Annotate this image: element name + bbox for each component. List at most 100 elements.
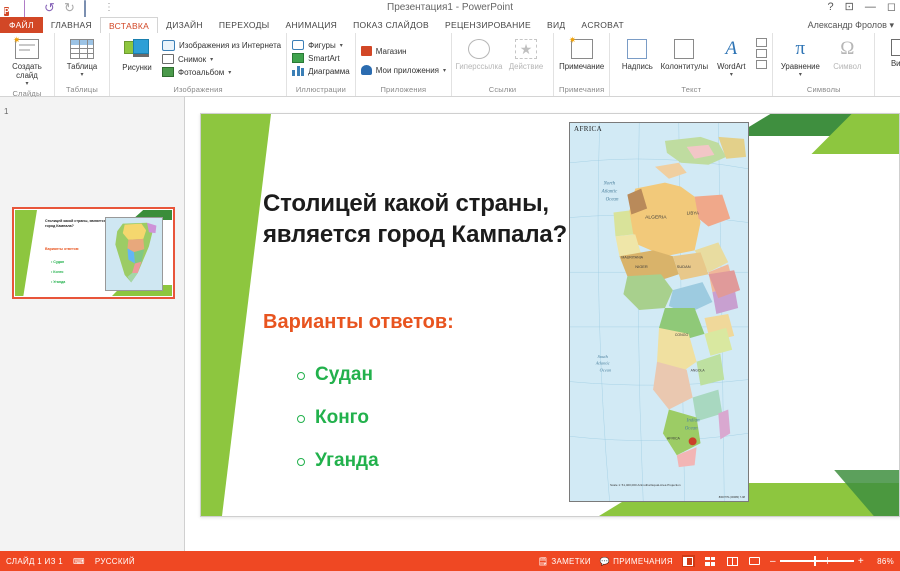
slide-counter[interactable]: СЛАЙД 1 ИЗ 1	[6, 557, 63, 566]
slide-number-icon[interactable]	[756, 49, 768, 58]
thumb-africa-map	[105, 217, 163, 291]
restore-button[interactable]: ◻	[887, 1, 896, 14]
table-button[interactable]: Таблица ▾	[60, 37, 104, 80]
wordart-button[interactable]: A WordArt ▾	[709, 37, 753, 80]
chevron-down-icon: ▾	[210, 56, 214, 63]
group-label-symbols: Символы	[806, 85, 841, 94]
slide-edit-area[interactable]: Столицей какой страны, является город Ка…	[185, 97, 900, 551]
map-credit-label: 800077N-(00080) 7-98	[718, 496, 745, 499]
comments-icon: 💬	[599, 556, 611, 566]
view-slideshow-button[interactable]	[748, 555, 761, 567]
account-name[interactable]: Александр Фролов ▾	[808, 20, 894, 31]
title-bar: P ↺ ↻ ⋮ Презентация1 - PowerPoint ? ⊡ — …	[0, 0, 900, 45]
comment-button[interactable]: ✷ Примечание	[559, 36, 604, 72]
powerpoint-window: P ↺ ↻ ⋮ Презентация1 - PowerPoint ? ⊡ — …	[0, 0, 900, 571]
shapes-label: Фигуры	[308, 40, 336, 50]
chevron-down-icon: ▾	[228, 69, 232, 76]
tab-view[interactable]: ВИД	[539, 17, 573, 33]
map-title: AFRICA	[574, 125, 603, 133]
zoom-track[interactable]	[779, 556, 854, 567]
tab-insert[interactable]: ВСТАВКА	[99, 17, 159, 33]
video-button[interactable]: Видео ▾	[880, 37, 900, 77]
my-apps-button[interactable]: Мои приложения ▾	[360, 65, 446, 75]
status-bar: СЛАЙД 1 ИЗ 1 ⌨ РУССКИЙ 🗒 ЗАМЕТКИ 💬 ПРИМЕ…	[0, 551, 900, 571]
slide-answer-list[interactable]: Судан Конго Уганда	[297, 364, 379, 493]
object-icon[interactable]	[756, 60, 768, 69]
zoom-level-label[interactable]: 86%	[873, 557, 894, 566]
group-label-comments: Примечания	[559, 85, 605, 94]
svg-text:Indian: Indian	[686, 418, 700, 423]
help-button[interactable]: ?	[828, 1, 834, 14]
chart-button[interactable]: Диаграмма	[292, 66, 350, 76]
date-time-icon[interactable]	[756, 38, 768, 47]
action-button[interactable]: ★ Действие	[504, 37, 548, 71]
ribbon-display-options-button[interactable]: ⊡	[845, 1, 854, 14]
minimize-button[interactable]: —	[865, 1, 876, 14]
thumb-green-wedge	[15, 210, 37, 296]
online-pictures-button[interactable]: Изображения из Интернета	[162, 40, 281, 51]
ribbon-group-symbols: π Уравнение ▾ Ω Символ Символы	[773, 33, 876, 96]
view-reading-button[interactable]	[726, 555, 739, 567]
list-item[interactable]: Конго	[297, 407, 379, 428]
smartart-button[interactable]: SmartArt	[292, 53, 350, 63]
pictures-button[interactable]: Рисунки	[115, 37, 159, 72]
tab-acrobat[interactable]: ACROBAT	[573, 17, 632, 33]
slide-thumbnail-1[interactable]: Столицей какой страны, является город Ка…	[12, 207, 175, 299]
notes-button[interactable]: 🗒 ЗАМЕТКИ	[538, 557, 591, 566]
slide-title-text[interactable]: Столицей какой страны, является город Ка…	[263, 188, 593, 250]
store-button[interactable]: Магазин	[360, 46, 446, 56]
video-icon	[891, 39, 900, 56]
africa-map-image[interactable]: AFRICA North Atlantic Ocean South Atlant…	[569, 122, 749, 502]
tab-home[interactable]: ГЛАВНАЯ	[43, 17, 100, 33]
chart-icon	[292, 66, 305, 76]
tab-design[interactable]: ДИЗАЙН	[158, 17, 211, 33]
view-slide-sorter-button[interactable]	[704, 555, 717, 567]
equation-label: Уравнение	[780, 62, 820, 71]
text-box-icon	[627, 39, 648, 59]
tab-review[interactable]: РЕЦЕНЗИРОВАНИЕ	[437, 17, 539, 33]
group-label-tables: Таблицы	[65, 85, 99, 94]
text-box-label: Надпись	[621, 62, 653, 71]
my-apps-icon	[360, 65, 372, 75]
zoom-out-button[interactable]: –	[770, 556, 776, 566]
symbol-button[interactable]: Ω Символ	[825, 37, 869, 72]
group-label-links: Ссылки	[488, 85, 517, 94]
window-controls: ? ⊡ — ◻	[828, 1, 896, 14]
tab-animations[interactable]: АНИМАЦИЯ	[278, 17, 346, 33]
language-icon[interactable]: ⌨	[73, 557, 85, 566]
thumb-subtitle: Варианты ответов:	[45, 247, 80, 251]
zoom-thumb[interactable]	[813, 556, 817, 567]
list-item[interactable]: Уганда	[297, 450, 379, 471]
hyperlink-icon	[468, 39, 491, 59]
screenshot-button[interactable]: Снимок ▾	[162, 54, 281, 64]
text-box-button[interactable]: Надпись	[615, 37, 659, 71]
slide-thumbnail-pane[interactable]: 1 Столицей какой страны, является город …	[0, 97, 185, 551]
language-label[interactable]: РУССКИЙ	[95, 557, 135, 566]
new-slide-label: Создать слайд	[12, 62, 42, 80]
smartart-icon	[292, 53, 305, 63]
thumb-map-svg	[106, 218, 162, 290]
equation-button[interactable]: π Уравнение ▾	[778, 37, 822, 80]
screenshot-icon	[162, 54, 174, 64]
shapes-button[interactable]: Фигуры ▾	[292, 40, 350, 50]
tab-transitions[interactable]: ПЕРЕХОДЫ	[211, 17, 278, 33]
header-footer-button[interactable]: Колонтитулы	[661, 37, 708, 71]
tab-slideshow[interactable]: ПОКАЗ СЛАЙДОВ	[345, 17, 437, 33]
wordart-icon: A	[725, 38, 738, 59]
zoom-slider[interactable]: – +	[770, 556, 864, 567]
photo-album-button[interactable]: Фотоальбом ▾	[162, 67, 281, 77]
slide-canvas[interactable]: Столицей какой страны, является город Ка…	[200, 113, 900, 517]
pictures-label: Рисунки	[122, 63, 152, 72]
zoom-in-button[interactable]: +	[858, 556, 864, 566]
table-label: Таблица	[66, 62, 98, 71]
list-item[interactable]: Судан	[297, 364, 379, 385]
online-pictures-icon	[162, 40, 175, 51]
view-normal-button[interactable]	[681, 555, 695, 567]
slide-subtitle-text[interactable]: Варианты ответов:	[263, 311, 454, 334]
hyperlink-button[interactable]: Гиперссылка	[456, 37, 502, 71]
tab-file[interactable]: ФАЙЛ	[0, 17, 43, 33]
comments-button[interactable]: 💬 ПРИМЕЧАНИЯ	[600, 557, 673, 566]
new-slide-button[interactable]: ✷ Создать слайд ▾	[5, 36, 49, 89]
text-extra-buttons	[756, 37, 768, 69]
map-scale-label: Scale 1: 51,400,000 Azimuthal Equal-Area…	[610, 483, 681, 487]
